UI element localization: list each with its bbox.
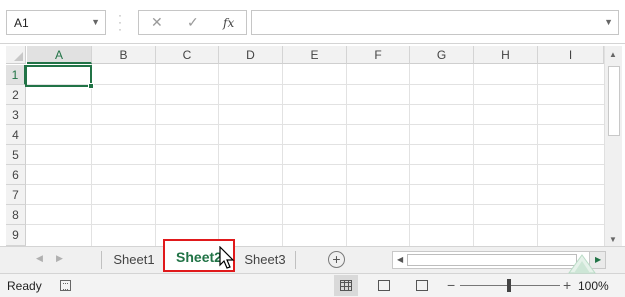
column-header[interactable]: H xyxy=(474,46,538,64)
active-cell[interactable] xyxy=(25,65,92,87)
fill-handle[interactable] xyxy=(88,83,94,89)
gridline xyxy=(26,164,604,165)
gridline xyxy=(282,64,283,246)
page-break-icon xyxy=(416,280,428,291)
sheet-tab-sheet1[interactable]: Sheet1 xyxy=(106,247,162,273)
sheet-tab-sheet3[interactable]: Sheet3 xyxy=(237,247,293,273)
mouse-pointer-icon xyxy=(219,246,235,269)
name-box-value: A1 xyxy=(14,16,29,30)
gridline xyxy=(346,64,347,246)
zoom-in-icon[interactable]: + xyxy=(563,277,571,293)
column-header[interactable]: D xyxy=(219,46,283,64)
scroll-down-icon[interactable]: ▼ xyxy=(609,235,617,244)
scroll-left-icon[interactable]: ◀ xyxy=(397,255,403,264)
cancel-icon[interactable]: ✕ xyxy=(151,14,163,31)
column-header[interactable]: I xyxy=(538,46,604,64)
grip-icon: · · · xyxy=(118,8,122,36)
gridline xyxy=(537,64,538,246)
zoom-out-icon[interactable]: − xyxy=(447,277,455,293)
formula-buttons: ✕ ✓ fx xyxy=(138,10,247,35)
row-header[interactable]: 3 xyxy=(6,105,26,125)
status-text: Ready xyxy=(7,279,42,293)
column-header[interactable]: G xyxy=(410,46,474,64)
gridline xyxy=(409,64,410,246)
add-sheet-icon[interactable]: + xyxy=(328,251,345,268)
column-header[interactable]: F xyxy=(347,46,410,64)
name-box[interactable]: A1 ▼ xyxy=(6,10,106,35)
column-header[interactable]: A xyxy=(27,46,92,64)
tab-divider xyxy=(101,251,102,269)
row-header[interactable]: 2 xyxy=(6,85,26,105)
tab-scroll-right-icon[interactable]: ▶ xyxy=(56,253,63,264)
formula-bar-row: A1 ▼ · · · ✕ ✓ fx ▼ xyxy=(0,0,625,44)
row-header[interactable]: 6 xyxy=(6,165,26,185)
scroll-thumb[interactable] xyxy=(608,66,620,136)
row-header[interactable]: 4 xyxy=(6,125,26,145)
gridline xyxy=(26,204,604,205)
row-header[interactable]: 7 xyxy=(6,185,26,205)
normal-view-button[interactable] xyxy=(334,275,358,296)
column-header[interactable]: C xyxy=(156,46,219,64)
zoom-level[interactable]: 100% xyxy=(578,279,609,293)
page-layout-icon xyxy=(378,280,390,291)
tab-divider xyxy=(295,251,296,269)
row-header[interactable]: 8 xyxy=(6,205,26,225)
grid-icon xyxy=(340,280,352,291)
gridline xyxy=(26,104,604,105)
gridline xyxy=(155,64,156,246)
column-header[interactable]: E xyxy=(283,46,347,64)
page-layout-view-button[interactable] xyxy=(372,275,396,296)
row-header[interactable]: 5 xyxy=(6,145,26,165)
gridline xyxy=(218,64,219,246)
page-break-view-button[interactable] xyxy=(410,275,434,296)
expand-formula-icon[interactable]: ▼ xyxy=(604,17,613,27)
worksheet-grid[interactable]: A B C D E F G H I 1 2 3 4 5 6 7 8 9 ▲ ▼ xyxy=(0,45,625,246)
insert-function-icon[interactable]: fx xyxy=(223,16,234,30)
zoom-slider-thumb[interactable] xyxy=(507,279,511,292)
select-all-corner[interactable] xyxy=(6,46,26,64)
scroll-up-icon[interactable]: ▲ xyxy=(609,50,617,59)
gridline xyxy=(26,144,604,145)
sheet-tab-bar: ◀ ▶ Sheet1 Sheet3 + ◀ ▶ xyxy=(0,246,625,273)
gridline xyxy=(91,64,92,246)
row-header[interactable]: 1 xyxy=(6,65,26,85)
brand-logo-icon xyxy=(568,254,596,274)
chevron-down-icon[interactable]: ▼ xyxy=(91,17,100,27)
gridline xyxy=(26,124,604,125)
gridline xyxy=(473,64,474,246)
tab-scroll-left-icon[interactable]: ◀ xyxy=(36,253,43,264)
gridline xyxy=(26,184,604,185)
gridline xyxy=(26,224,604,225)
vertical-scrollbar[interactable]: ▲ ▼ xyxy=(604,46,622,246)
check-icon[interactable]: ✓ xyxy=(187,14,199,31)
column-header[interactable]: B xyxy=(92,46,156,64)
gridline xyxy=(26,84,604,85)
macro-record-icon[interactable] xyxy=(60,280,71,291)
status-bar: Ready − + 100% xyxy=(0,273,625,297)
scroll-thumb[interactable] xyxy=(407,254,577,266)
formula-input[interactable]: ▼ xyxy=(251,10,619,35)
row-header[interactable]: 9 xyxy=(6,225,26,246)
